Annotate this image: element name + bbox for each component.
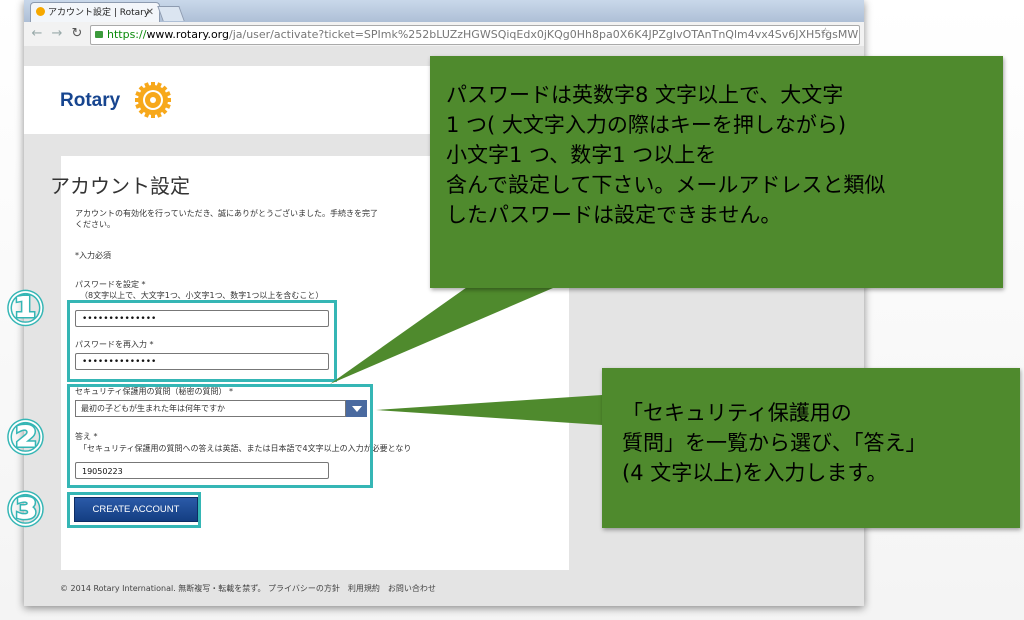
callout2-line: 「セキュリティ保護用の bbox=[622, 401, 852, 425]
callout1-line: 1 つ( 大文字入力の際はキーを押しながら) bbox=[446, 113, 847, 137]
callout-password-text: パスワードは英数字8 文字以上で、大文字 1 つ( 大文字入力の際はキーを押しな… bbox=[446, 80, 885, 230]
callout1-line: したパスワードは設定できません。 bbox=[446, 203, 782, 227]
callout1-line: 小文字1 つ、数字1 つ以上を bbox=[446, 143, 717, 167]
callout-security-text: 「セキュリティ保護用の 質問」を一覧から選び、「答え」 (4 文字以上)を入力し… bbox=[622, 398, 927, 488]
callout2-line: 質問」を一覧から選び、「答え」 bbox=[622, 431, 927, 455]
callout2-pointer bbox=[376, 395, 602, 425]
callout1-line: 含んで設定して下さい。メールアドレスと類似 bbox=[446, 173, 886, 197]
callout2-line: (4 文字以上)を入力します。 bbox=[622, 461, 888, 485]
callout1-pointer bbox=[330, 285, 560, 384]
callout1-line: パスワードは英数字8 文字以上で、大文字 bbox=[446, 83, 844, 107]
